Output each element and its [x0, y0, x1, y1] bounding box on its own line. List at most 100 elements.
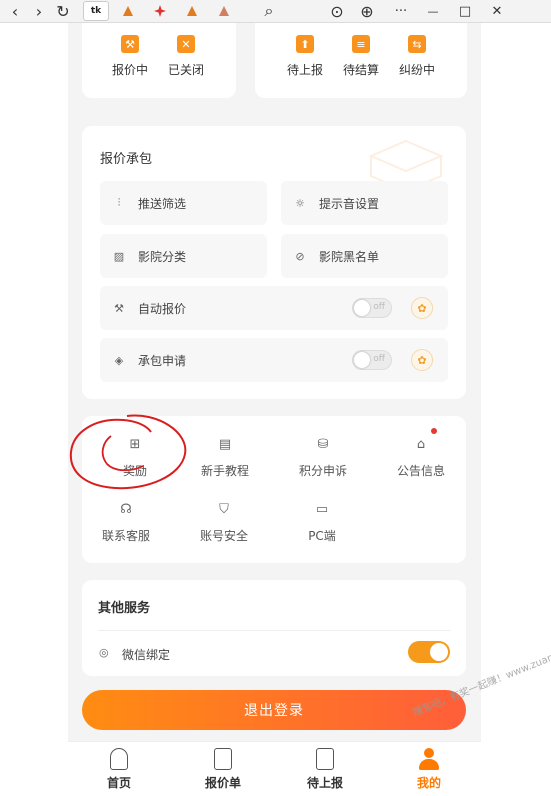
status-closed[interactable]: ✕ 已关闭 — [162, 35, 210, 78]
nav-home[interactable]: 首页 — [84, 748, 154, 791]
status-pending-settle-label: 待结算 — [342, 63, 379, 77]
other-services-card: 其他服务 ◎ 微信绑定 — [82, 580, 466, 676]
status-closed-label: 已关闭 — [167, 63, 204, 77]
tile-cinema-blacklist[interactable]: ⊘ 影院黑名单 — [281, 234, 448, 278]
notice-icon: ⌂ — [416, 436, 426, 452]
pending-report-icon: ⬆ — [296, 35, 314, 53]
pending-settle-icon: ≡ — [352, 35, 370, 53]
tab-2[interactable] — [115, 1, 141, 21]
auto-quote-toggle[interactable]: off — [352, 298, 392, 318]
back-icon[interactable]: ‹ — [3, 0, 27, 22]
tile-sound-settings[interactable]: ☼ 提示音设置 — [281, 181, 448, 225]
reload-icon[interactable]: ↻ — [51, 0, 75, 22]
profile-icon-head — [424, 748, 434, 758]
wechat-bind-toggle-knob — [430, 643, 448, 661]
grid-notice[interactable]: ⌂ 公告信息 — [381, 428, 461, 479]
logout-button[interactable]: 退出登录 — [82, 690, 466, 730]
contract-apply-toggle[interactable]: off — [352, 350, 392, 370]
pending-icon — [316, 748, 334, 770]
status-dispute[interactable]: ⇆ 纠纷中 — [393, 35, 441, 78]
quote-list-icon — [214, 748, 232, 770]
grid-customer-service-label: 联系客服 — [101, 529, 150, 543]
auto-quote-toggle-knob — [354, 300, 370, 316]
status-pending-report[interactable]: ⬆ 待上报 — [281, 35, 329, 78]
closed-icon: ✕ — [177, 35, 195, 53]
bulb-icon: ☼ — [295, 196, 305, 210]
tab-5-icon — [219, 6, 229, 16]
contract-apply-toggle-text: off — [373, 354, 385, 364]
globe-icon[interactable]: ⊕ — [355, 0, 379, 22]
profile-icon-body — [419, 759, 439, 770]
home-icon — [110, 748, 128, 770]
ban-icon: ⊘ — [295, 249, 305, 263]
grid-notice-label: 公告信息 — [396, 464, 445, 478]
status-dispute-label: 纠纷中 — [398, 63, 435, 77]
tab-4[interactable] — [179, 1, 205, 21]
tile-cinema-category[interactable]: ▨ 影院分类 — [100, 234, 267, 278]
more-icon[interactable]: ··· — [389, 0, 413, 22]
grid-pc[interactable]: ▭ PC端 — [282, 499, 362, 544]
wechat-icon: ◎ — [99, 646, 109, 659]
auto-quote-toggle-text: off — [373, 302, 385, 312]
tile-cinema-blacklist-label: 影院黑名单 — [319, 249, 380, 264]
nav-home-label: 首页 — [106, 776, 131, 790]
nav-profile-label: 我的 — [416, 776, 441, 790]
tile-cinema-category-label: 影院分类 — [138, 249, 187, 264]
grid-customer-service[interactable]: ☊ 联系客服 — [86, 499, 166, 544]
shield-icon: ⛉ — [219, 501, 229, 517]
grid-points-appeal[interactable]: ⛁ 积分申诉 — [283, 434, 363, 479]
divider — [98, 630, 450, 631]
nav-quote-list-label: 报价单 — [204, 776, 241, 790]
tile-auto-quote-label: 自动报价 — [138, 301, 187, 316]
bottom-nav: 首页 报价单 待上报 我的 — [68, 741, 481, 796]
status-pending-report-label: 待上报 — [286, 63, 323, 77]
auto-quote-gear-icon[interactable]: ✿ — [411, 297, 433, 319]
grid-account-security[interactable]: ⛉ 账号安全 — [184, 499, 264, 544]
tab-2-icon — [123, 6, 133, 16]
contract-apply-toggle-knob — [354, 352, 370, 368]
download-icon[interactable]: ⊙ — [325, 0, 349, 22]
quote-icon: ⚒ — [121, 35, 139, 53]
contract-apply-gear-icon[interactable]: ✿ — [411, 349, 433, 371]
tile-push-filter[interactable]: ⫶ 推送筛选 — [100, 181, 267, 225]
status-quoting-label: 报价中 — [111, 63, 148, 77]
tab-5[interactable] — [211, 1, 237, 21]
layers-icon: ◈ — [114, 353, 124, 367]
monitor-icon: ▭ — [315, 501, 329, 517]
tile-contract-apply-label: 承包申请 — [138, 353, 187, 368]
minimize-icon[interactable]: — — [421, 0, 445, 22]
headset-icon: ☊ — [120, 501, 132, 517]
mobile-page: ⚒ 报价中 ✕ 已关闭 ⬆ 待上报 ≡ 待结算 ⇆ 纠纷中 报价承包 ⫶ 推送筛… — [68, 23, 481, 741]
tile-sound-settings-label: 提示音设置 — [319, 196, 380, 211]
tab-1[interactable]: tk — [83, 1, 109, 21]
points-icon: ⛁ — [317, 436, 329, 452]
wechat-bind-label: 微信绑定 — [122, 648, 171, 662]
profile-icon — [418, 748, 440, 770]
notice-badge — [431, 428, 437, 434]
close-icon[interactable]: ✕ — [485, 0, 509, 22]
nav-profile[interactable]: 我的 — [394, 748, 464, 791]
nav-quote-list[interactable]: 报价单 — [188, 748, 258, 791]
grid-tutorial[interactable]: ▤ 新手教程 — [185, 434, 265, 479]
tab-1-label: tk — [90, 6, 102, 16]
wechat-bind-toggle[interactable] — [408, 641, 450, 663]
nav-pending[interactable]: 待上报 — [290, 748, 360, 791]
maximize-icon[interactable]: □ — [453, 0, 477, 22]
hammer-icon: ⚒ — [114, 301, 124, 315]
search-icon[interactable]: ⌕ — [257, 0, 281, 22]
status-pending-settle[interactable]: ≡ 待结算 — [337, 35, 385, 78]
tile-contract-apply: ◈ 承包申请 off ✿ — [100, 338, 448, 382]
tab-3[interactable] — [147, 1, 173, 21]
order-status-card-right: ⬆ 待上报 ≡ 待结算 ⇆ 纠纷中 — [255, 23, 467, 98]
other-services-title: 其他服务 — [98, 601, 151, 616]
annotation-circle — [69, 414, 187, 490]
function-grid-card: ⊞ 奖励 ▤ 新手教程 ⛁ 积分申诉 ⌂ 公告信息 ☊ 联系客服 ⛉ 账号安全 … — [69, 414, 466, 563]
status-quoting[interactable]: ⚒ 报价中 — [106, 35, 154, 78]
order-status-card-left: ⚒ 报价中 ✕ 已关闭 — [82, 23, 236, 98]
tab-4-icon — [187, 6, 197, 16]
forward-icon[interactable]: › — [27, 0, 51, 22]
contract-title: 报价承包 — [100, 152, 153, 167]
nav-pending-label: 待上报 — [306, 776, 343, 790]
grid-pc-label: PC端 — [308, 529, 336, 543]
tab-3-icon — [154, 5, 166, 17]
